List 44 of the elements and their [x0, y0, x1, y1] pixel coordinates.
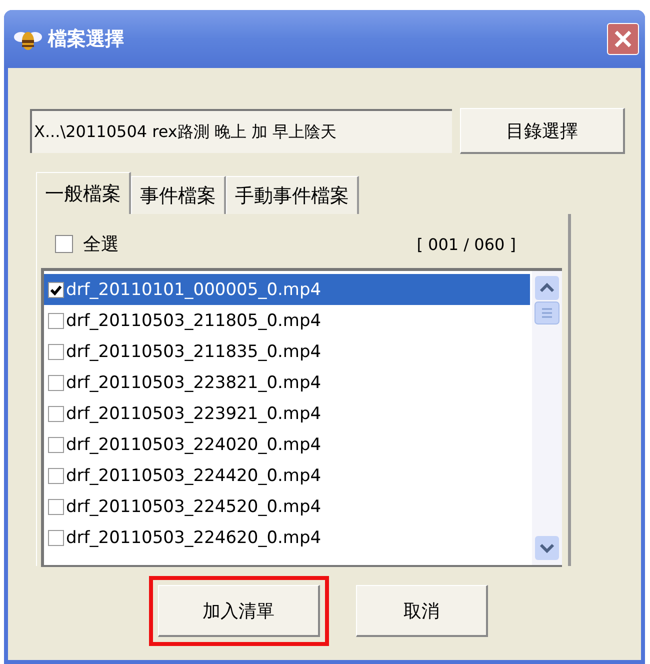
- file-checkbox[interactable]: [48, 436, 64, 452]
- file-counter: [ 001 / 060 ]: [416, 234, 516, 254]
- file-row[interactable]: drf_20110503_224620_0.mp4: [44, 522, 530, 553]
- file-name: drf_20110101_000005_0.mp4: [66, 280, 322, 300]
- scroll-down-icon[interactable]: [534, 535, 560, 561]
- file-name: drf_20110503_211805_0.mp4: [66, 310, 322, 330]
- path-field[interactable]: X...\20110504 rex路測 晚上 加 早上陰天: [30, 109, 452, 153]
- file-row[interactable]: drf_20110503_224420_0.mp4: [44, 460, 530, 491]
- scroll-up-icon[interactable]: [534, 275, 560, 301]
- file-name: drf_20110503_224520_0.mp4: [66, 496, 322, 516]
- file-checkbox[interactable]: [48, 406, 64, 422]
- tab[interactable]: 事件檔案: [131, 176, 226, 214]
- file-name: drf_20110503_224620_0.mp4: [66, 528, 322, 548]
- scroll-bar[interactable]: [532, 271, 562, 565]
- file-row[interactable]: drf_20110101_000005_0.mp4: [44, 274, 530, 305]
- file-checkbox[interactable]: [48, 312, 64, 328]
- file-row[interactable]: drf_20110503_223821_0.mp4: [44, 367, 530, 398]
- tab[interactable]: 一般檔案: [36, 172, 131, 214]
- file-name: drf_20110503_211835_0.mp4: [66, 342, 322, 362]
- file-row[interactable]: drf_20110503_224020_0.mp4: [44, 429, 530, 460]
- file-checkbox[interactable]: [48, 344, 64, 360]
- dialog-button[interactable]: 加入清單: [158, 585, 320, 637]
- file-checkbox[interactable]: [48, 374, 64, 390]
- file-name: drf_20110503_223821_0.mp4: [66, 372, 322, 392]
- select-all-checkbox[interactable]: [55, 235, 73, 253]
- file-name: drf_20110503_224020_0.mp4: [66, 434, 322, 454]
- file-checkbox[interactable]: [48, 530, 64, 546]
- file-name: drf_20110503_223921_0.mp4: [66, 404, 322, 424]
- close-icon: [613, 29, 633, 49]
- file-row[interactable]: drf_20110503_211805_0.mp4: [44, 305, 530, 336]
- select-all-label: 全選: [83, 233, 119, 256]
- close-button[interactable]: [607, 23, 639, 55]
- scroll-thumb[interactable]: [534, 301, 560, 325]
- file-checkbox[interactable]: [48, 498, 64, 514]
- tab[interactable]: 手動事件檔案: [226, 176, 359, 214]
- dialog-button[interactable]: 取消: [356, 585, 488, 637]
- file-checkbox[interactable]: [48, 468, 64, 484]
- file-row[interactable]: drf_20110503_223921_0.mp4: [44, 398, 530, 429]
- file-row[interactable]: drf_20110503_224520_0.mp4: [44, 491, 530, 522]
- file-name: drf_20110503_224420_0.mp4: [66, 466, 322, 486]
- browse-button[interactable]: 目錄選擇: [460, 108, 625, 154]
- file-row[interactable]: drf_20110503_211835_0.mp4: [44, 336, 530, 367]
- window-title: 檔案選擇: [48, 27, 125, 52]
- file-checkbox[interactable]: [48, 282, 64, 298]
